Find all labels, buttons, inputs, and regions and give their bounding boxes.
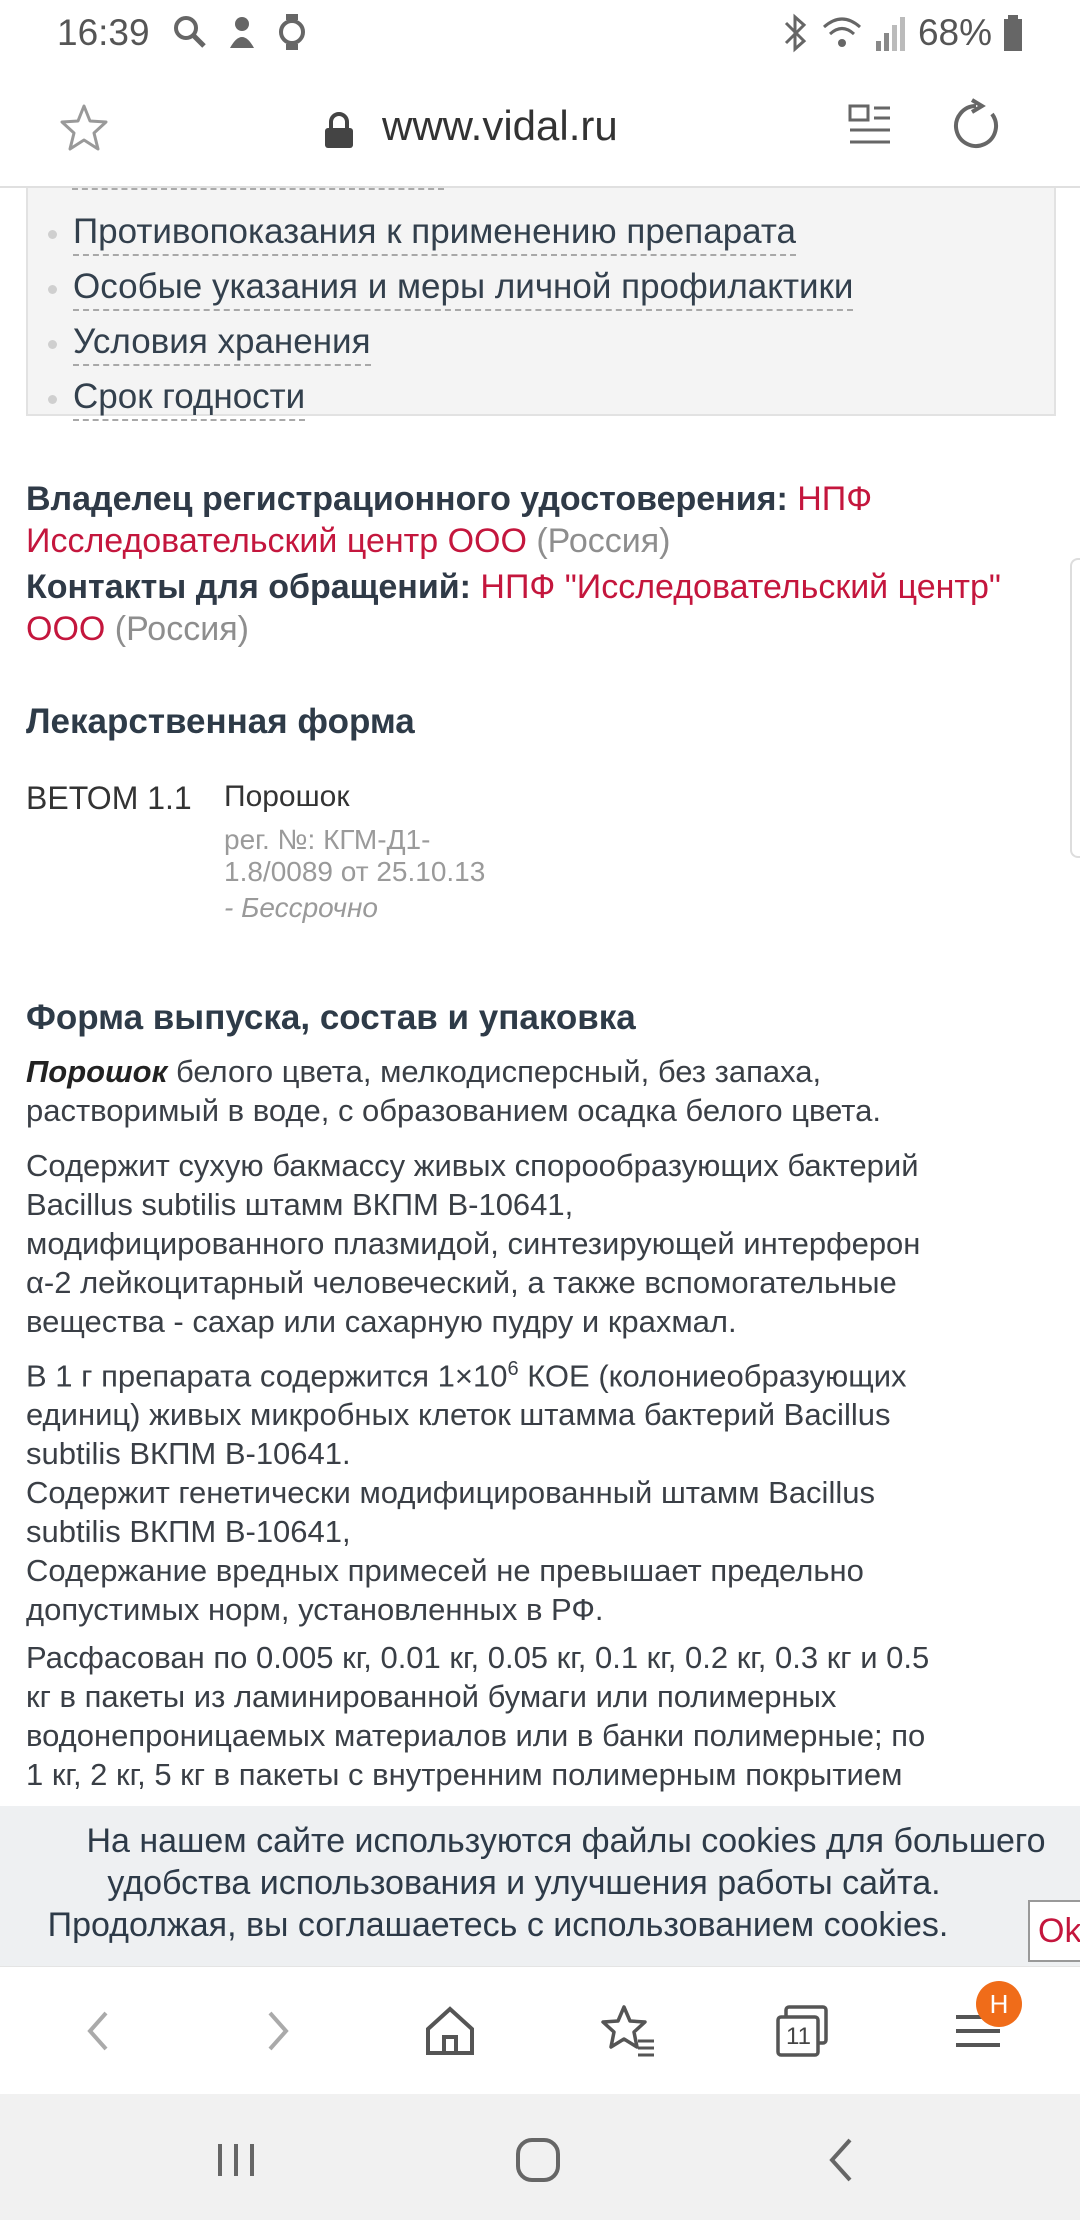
registration-number: рег. №: КГМ-Д1- 1.8/0089 от 25.10.13 xyxy=(224,824,486,887)
status-right: 68% xyxy=(780,12,1024,54)
cookie-text-line2: удобства использования и улучшения работ… xyxy=(107,1864,941,1902)
owner-country: (Россия) xyxy=(536,522,671,560)
product-name: ВЕТОМ 1.1 xyxy=(26,780,192,816)
home-nav-icon[interactable] xyxy=(508,2130,568,2190)
address-bar: www.vidal.ru xyxy=(0,64,1080,188)
wifi-icon xyxy=(822,17,861,47)
tabs-button[interactable]: 11 xyxy=(772,2001,832,2061)
registration-term: - Бессрочно xyxy=(224,892,378,923)
bookmarks-icon[interactable] xyxy=(598,2001,658,2061)
search-icon xyxy=(174,16,206,48)
bullet-icon xyxy=(48,229,57,239)
page-content: Противопоказания к применению препарата … xyxy=(0,188,1080,1806)
scrollbar[interactable] xyxy=(1070,558,1080,858)
cookie-text-line1: На нашем сайте используются файлы cookie… xyxy=(86,1822,1046,1860)
contacts-country: (Россия) xyxy=(114,610,249,648)
system-nav-bar xyxy=(0,2094,1080,2220)
bullet-icon xyxy=(48,394,57,404)
reload-icon[interactable] xyxy=(948,98,1004,154)
cookie-ok-button[interactable]: Ok xyxy=(1028,1900,1080,1962)
paragraph-cfu: В 1 г препарата содержится 1×106 КОЕ (ко… xyxy=(26,1358,907,1628)
signal-icon xyxy=(875,17,905,51)
paragraph-composition: Содержит сухую бакмассу живых спорообраз… xyxy=(26,1148,921,1339)
cookie-text-line3: Продолжая, вы соглашаетесь с использован… xyxy=(47,1906,949,1944)
powder-bold: Порошок xyxy=(26,1054,168,1089)
notification-icon xyxy=(230,17,254,48)
toc-item-special-instructions[interactable]: Особые указания и меры личной профилакти… xyxy=(48,267,854,311)
back-nav-icon[interactable] xyxy=(812,2130,872,2190)
form-type: Порошок xyxy=(224,780,350,813)
url-text[interactable]: www.vidal.ru xyxy=(382,102,618,150)
back-icon[interactable] xyxy=(70,2001,130,2061)
recent-apps-icon[interactable] xyxy=(206,2130,266,2190)
battery-icon xyxy=(1004,15,1022,51)
forward-icon[interactable] xyxy=(246,2001,306,2061)
toc-item-contraindications[interactable]: Противопоказания к применению препарата xyxy=(48,212,796,256)
paragraph-packaging: Расфасован по 0.005 кг, 0.01 кг, 0.05 кг… xyxy=(26,1640,930,1792)
tabs-count: 11 xyxy=(786,2023,811,2050)
toc-item-shelf-life[interactable]: Срок годности xyxy=(48,377,306,421)
dosage-form-heading: Лекарственная форма xyxy=(26,702,415,741)
home-icon[interactable] xyxy=(420,2001,480,2061)
registration-owner: Владелец регистрационного удостоверения:… xyxy=(26,478,1046,562)
owner-label: Владелец регистрационного удостоверения: xyxy=(26,480,788,518)
reader-mode-icon[interactable] xyxy=(848,102,892,150)
release-form-heading: Форма выпуска, состав и упаковка xyxy=(26,998,636,1037)
status-time: 16:39 xyxy=(57,12,150,53)
bookmark-star-icon[interactable] xyxy=(56,100,112,156)
paragraph-powder: Порошок белого цвета, мелкодисперсный, б… xyxy=(26,1054,881,1128)
menu-badge: H xyxy=(976,1981,1022,2027)
browser-toolbar: 11 H xyxy=(0,1966,1080,2094)
bluetooth-icon xyxy=(784,13,807,53)
bullet-icon xyxy=(48,284,57,294)
toc-cut-item xyxy=(72,188,444,190)
contacts: Контакты для обращений: НПФ "Исследовате… xyxy=(26,566,1046,650)
lock-icon xyxy=(325,112,353,148)
toc-item-storage[interactable]: Условия хранения xyxy=(48,322,371,366)
cookie-banner: На нашем сайте используются файлы cookie… xyxy=(0,1806,1080,1966)
contacts-label: Контакты для обращений: xyxy=(26,568,471,606)
bullet-icon xyxy=(48,339,57,349)
battery-percent: 68% xyxy=(917,12,992,53)
table-of-contents: Противопоказания к применению препарата … xyxy=(26,188,1056,421)
watch-icon xyxy=(279,14,305,50)
status-bar: 16:39 68% xyxy=(0,0,1080,64)
